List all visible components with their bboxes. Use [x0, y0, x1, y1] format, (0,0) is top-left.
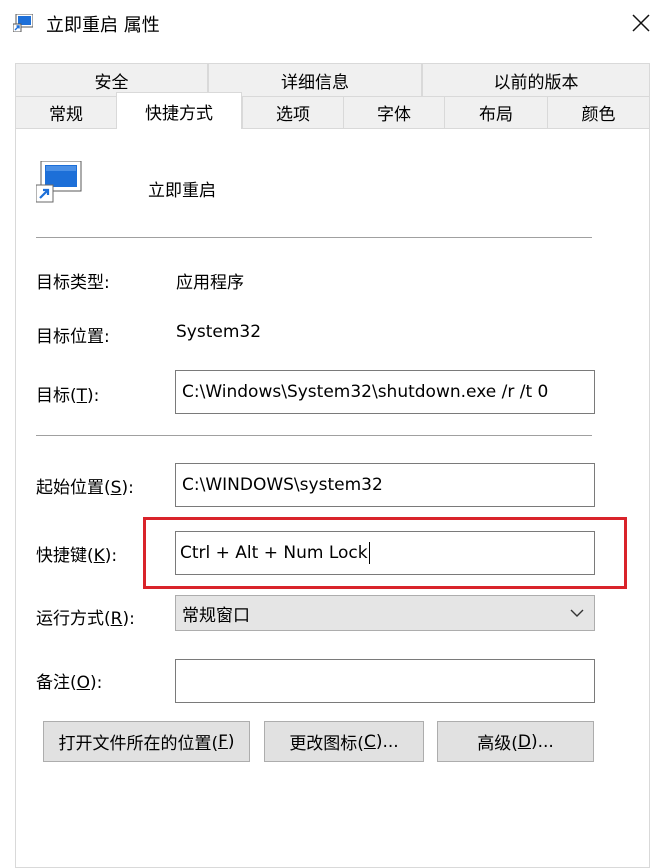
target-type-label: 目标类型: [36, 273, 110, 293]
button-label: ) [227, 731, 235, 752]
tab-label: 以前的版本 [493, 72, 579, 93]
access-key: K [93, 546, 105, 566]
tab-label: 布局 [479, 105, 513, 125]
tab-label: 详细信息 [281, 72, 349, 93]
shortcut-app-icon [36, 161, 82, 203]
label-text: ): [121, 478, 134, 498]
access-key: T [76, 386, 88, 406]
target-location-label: 目标位置: [36, 327, 110, 347]
target-field-value: C:\Windows\System32\shutdown.exe /r /t 0 [182, 382, 549, 402]
title-bar: 立即重启 属性 [0, 0, 666, 46]
tab-font[interactable]: 字体 [343, 96, 445, 129]
target-location-value: System32 [176, 322, 262, 342]
label-text: 起始位置( [36, 478, 111, 498]
button-label: 高级( [477, 734, 518, 754]
access-key: R [110, 609, 123, 629]
start-in-field[interactable]: C:\WINDOWS\system32 [175, 463, 595, 507]
access-key: D [517, 731, 531, 752]
label-text: ): [87, 386, 100, 406]
target-type-value: 应用程序 [176, 273, 244, 293]
comment-label: 备注(O): [36, 668, 102, 693]
access-key: C [363, 731, 376, 752]
access-key: F [218, 731, 228, 752]
chevron-down-icon [570, 609, 584, 617]
target-label: 目标(T): [36, 381, 99, 406]
run-mode-select[interactable]: 常规窗口 [175, 595, 595, 631]
tab-label: 快捷方式 [145, 103, 213, 124]
tab-shortcut[interactable]: 快捷方式 [116, 92, 242, 129]
label-text: ): [90, 673, 103, 693]
close-button[interactable] [618, 4, 664, 42]
button-label: )... [530, 731, 554, 752]
run-label: 运行方式(R): [36, 604, 135, 629]
tab-colors[interactable]: 颜色 [547, 96, 650, 129]
label-text: 快捷键( [36, 546, 94, 566]
tab-label: 安全 [94, 72, 129, 93]
tab-label: 颜色 [581, 105, 616, 125]
hotkey-label: 快捷键(K): [36, 541, 117, 566]
button-label: 打开文件所在的位置( [58, 734, 219, 754]
button-label: 更改图标( [289, 734, 364, 754]
tab-label: 字体 [377, 105, 411, 125]
tab-general[interactable]: 常规 [15, 96, 117, 129]
shortcut-name: 立即重启 [148, 181, 216, 201]
start-in-label: 起始位置(S): [36, 473, 134, 498]
tab-options[interactable]: 选项 [242, 96, 344, 129]
separator [36, 435, 592, 436]
tab-layout[interactable]: 布局 [444, 96, 548, 129]
label-text: ): [122, 609, 135, 629]
comment-field[interactable] [175, 659, 595, 703]
highlight-box [143, 517, 627, 589]
app-icon [13, 14, 33, 32]
label-text: ): [104, 546, 118, 566]
start-in-field-value: C:\WINDOWS\system32 [182, 475, 383, 495]
tab-label: 选项 [276, 105, 310, 125]
target-field[interactable]: C:\Windows\System32\shutdown.exe /r /t 0 [175, 370, 595, 414]
tab-label: 常规 [49, 105, 83, 125]
open-file-location-button[interactable]: 打开文件所在的位置(F) [43, 721, 250, 762]
run-mode-value: 常规窗口 [182, 605, 250, 626]
window-title: 立即重启 属性 [46, 15, 160, 36]
tab-previous-versions[interactable]: 以前的版本 [422, 63, 650, 97]
label-text: 运行方式( [36, 609, 111, 629]
access-key: S [110, 478, 122, 498]
separator [36, 237, 592, 238]
label-text: 备注( [36, 673, 77, 693]
button-label: )... [375, 731, 399, 752]
access-key: O [76, 673, 91, 693]
advanced-button[interactable]: 高级(D)... [437, 721, 594, 762]
label-text: 目标( [36, 386, 77, 406]
close-icon [632, 14, 650, 32]
change-icon-button[interactable]: 更改图标(C)... [264, 721, 424, 762]
